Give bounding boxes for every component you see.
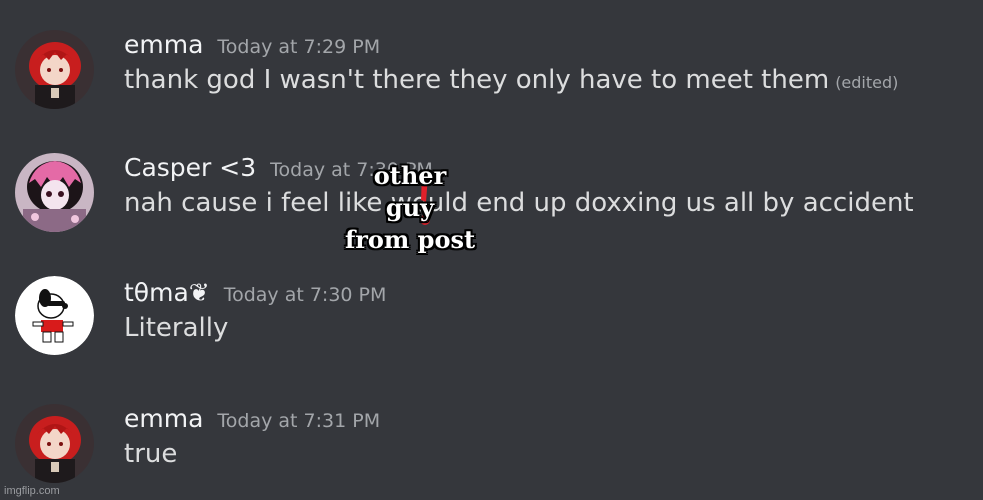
chat-log: emma Today at 7:29 PM thank god I wasn't … [0,0,983,500]
pink-doll-avatar-icon[interactable] [15,153,94,232]
username[interactable]: tθma❦ [124,278,210,307]
edited-label: (edited) [835,73,899,92]
timestamp[interactable]: Today at 7:29 PM [217,36,380,58]
timestamp[interactable]: Today at 7:30 PM [224,284,387,306]
red-hair-anime-avatar-icon[interactable] [15,30,94,109]
message-body: nah cause i feel like would end up doxxi… [124,188,914,218]
overlay-line: guy [385,193,435,222]
timestamp[interactable]: Today at 7:31 PM [217,410,380,432]
meme-overlay-caption: other guy from post [330,160,490,256]
message-text: true [124,438,177,470]
username[interactable]: emma [124,404,203,433]
message-header: emma Today at 7:29 PM [124,30,380,63]
red-hair-anime-avatar-icon[interactable] [15,404,94,483]
message-text: nah cause i feel like would end up doxxi… [124,187,914,219]
username[interactable]: emma [124,30,203,59]
overlay-line: other [373,161,447,190]
message-header: tθma❦ Today at 7:30 PM [124,278,386,311]
message-header: emma Today at 7:31 PM [124,404,380,437]
username[interactable]: Casper <3 [124,153,256,182]
message-body: thank god I wasn't there they only have … [124,65,830,95]
overlay-line: from post [344,225,476,254]
watermark: imgflip.com [4,485,60,497]
message-text: Literally [124,312,228,344]
message-text: thank god I wasn't there they only have … [124,64,898,99]
snoopy-avatar-icon[interactable] [15,276,94,355]
message-body: true [124,439,178,469]
message-body: Literally [124,313,229,343]
